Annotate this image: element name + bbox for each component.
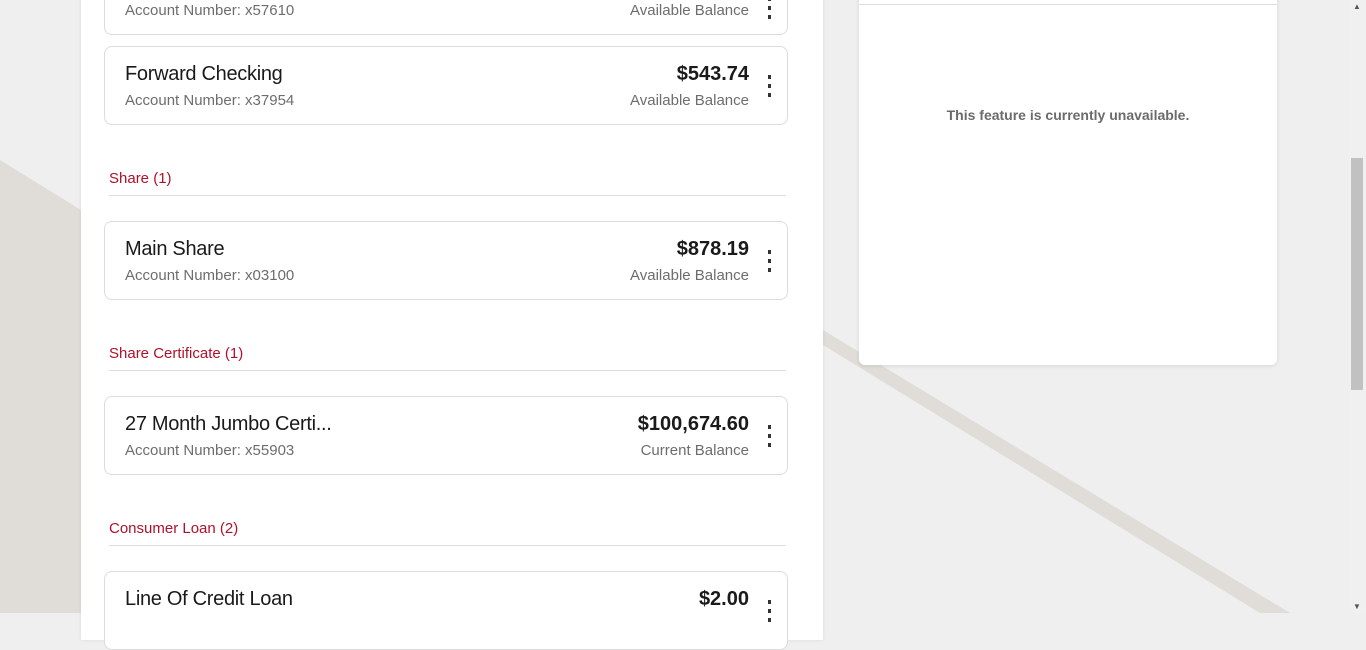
account-card[interactable]: Line Of Credit Loan $2.00	[104, 571, 788, 650]
account-amount: $2.00	[698, 588, 749, 610]
divider	[859, 4, 1277, 5]
unavailable-message: This feature is currently unavailable.	[946, 107, 1190, 123]
balance-label: Available Balance	[630, 267, 749, 284]
scrollbar-thumb[interactable]	[1351, 158, 1363, 390]
section-title: Share Certificate (1)	[109, 345, 244, 362]
more-options-icon[interactable]	[763, 75, 775, 97]
account-card[interactable]: Forward Checking Account Number: x37954 …	[104, 46, 788, 125]
account-name: 27 Month Jumbo Certi...	[125, 413, 332, 435]
section-header-share: Share (1)	[109, 170, 786, 196]
account-number: Account Number: x57610	[125, 2, 295, 19]
section-title: Share (1)	[109, 170, 172, 187]
section-header-consumer-loan: Consumer Loan (2)	[109, 520, 786, 546]
account-number: Account Number: x03100	[125, 267, 295, 284]
account-amount: $878.19	[676, 238, 749, 260]
scroll-up-icon[interactable]: ▲	[1353, 2, 1361, 11]
account-amount: $543.74	[676, 63, 749, 85]
account-number: Account Number: x55903	[125, 442, 295, 459]
account-name: Line Of Credit Loan	[125, 588, 293, 610]
account-card[interactable]: Account Number: x57610 Available Balance	[104, 0, 788, 35]
account-number: Account Number: x37954	[125, 92, 295, 109]
scrollbar[interactable]: ▲ ▼	[1349, 0, 1366, 613]
side-panel: This feature is currently unavailable.	[859, 0, 1277, 365]
account-name: Main Share	[125, 238, 225, 260]
account-name: Forward Checking	[125, 63, 283, 85]
more-options-icon[interactable]	[763, 600, 775, 622]
account-card[interactable]: Main Share Account Number: x03100 $878.1…	[104, 221, 788, 300]
scroll-down-icon[interactable]: ▼	[1353, 602, 1361, 611]
more-options-icon[interactable]	[763, 425, 775, 447]
section-title: Consumer Loan (2)	[109, 520, 239, 537]
more-options-icon[interactable]	[763, 250, 775, 272]
more-options-icon[interactable]	[763, 0, 775, 19]
balance-label: Current Balance	[640, 442, 749, 459]
balance-label: Available Balance	[630, 2, 749, 19]
account-amount: $100,674.60	[637, 413, 749, 435]
account-card[interactable]: 27 Month Jumbo Certi... Account Number: …	[104, 396, 788, 475]
section-header-share-certificate: Share Certificate (1)	[109, 345, 786, 371]
balance-label: Available Balance	[630, 92, 749, 109]
